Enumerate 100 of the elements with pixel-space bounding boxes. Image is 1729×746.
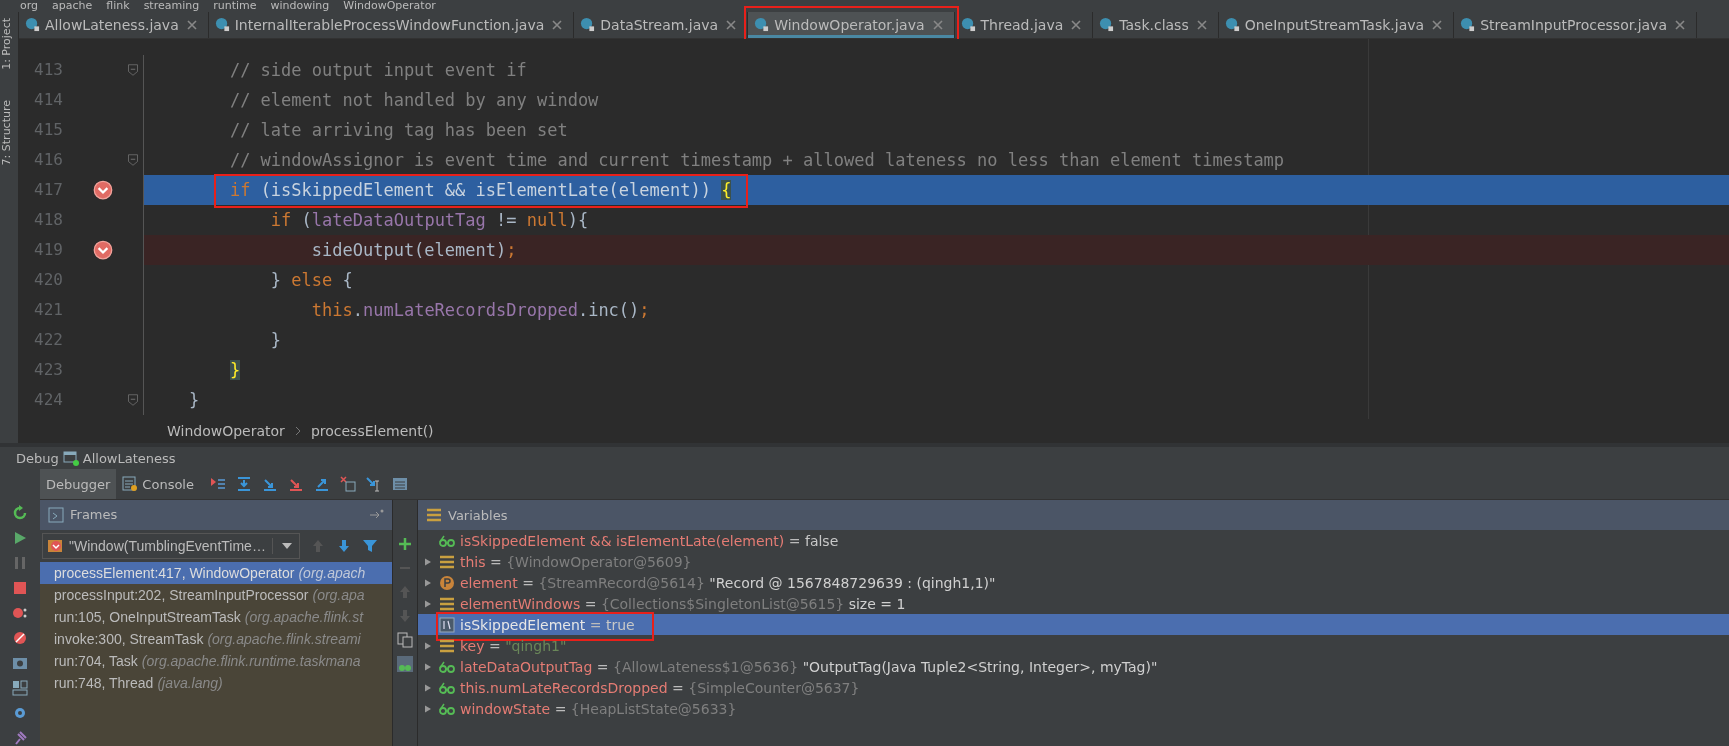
layout-icon[interactable] <box>12 680 28 696</box>
code-line: // side output input event if <box>228 58 528 82</box>
add-icon[interactable] <box>397 536 413 552</box>
editor-tab[interactable]: Task.class <box>1093 11 1219 38</box>
breadcrumb[interactable]: processElement() <box>310 423 434 439</box>
variable-row[interactable]: key = "qingh1" <box>418 635 1729 656</box>
rerun-icon[interactable] <box>12 505 28 521</box>
stack-frame[interactable]: run:748, Thread (java.lang) <box>40 672 392 694</box>
settings-icon[interactable] <box>12 705 28 721</box>
path-segment[interactable]: streaming <box>143 0 200 12</box>
mute-icon[interactable] <box>12 630 28 646</box>
code-line: } <box>269 328 283 352</box>
watches-icon[interactable] <box>397 656 413 672</box>
code-line: this.numLateRecordsDropped.inc(); <box>310 298 651 322</box>
step-over-icon[interactable] <box>235 476 252 492</box>
editor-tab[interactable]: OneInputStreamTask.java <box>1218 11 1455 38</box>
variable-text: lateDataOutputTag = {AllowLateness$1@5636} "OutputTag(Java Tuple2<String, Integer>, myTag)" <box>460 658 1158 675</box>
class-file-icon <box>960 17 976 33</box>
breadcrumb[interactable]: WindowOperator <box>167 423 285 439</box>
breakpoints-icon[interactable] <box>12 605 28 621</box>
editor-tab[interactable]: WindowOperator.java <box>748 11 955 38</box>
show-execution-point-icon[interactable] <box>209 476 226 492</box>
variable-text: this.numLateRecordsDropped = {SimpleCounter@5637} <box>460 679 860 696</box>
variable-row[interactable]: element = {StreamRecord@5614} "Record @ 1567848729639 : (qingh1,1)" <box>418 572 1729 593</box>
tab-label: AllowLateness.java <box>45 16 179 33</box>
expand-arrow-icon[interactable] <box>424 556 432 567</box>
code-line: if (lateDataOutputTag != null){ <box>269 208 590 232</box>
path-segment[interactable]: windowing <box>270 0 330 12</box>
step-out-icon[interactable] <box>313 476 330 492</box>
variable-row[interactable]: isSkippedElement && isElementLate(element) = false <box>418 530 1729 551</box>
expand-arrow-icon[interactable] <box>424 661 432 672</box>
line-number: 418 <box>33 210 64 230</box>
fold-marker-icon[interactable] <box>127 392 139 407</box>
stack-frame[interactable]: processElement:417, WindowOperator (org.apach <box>40 562 392 584</box>
class-file-icon <box>25 17 40 33</box>
tab-label: Thread.java <box>980 16 1064 33</box>
copy-icon[interactable] <box>397 632 413 648</box>
editor-tab[interactable]: StreamInputProcessor.java <box>1454 11 1697 38</box>
class-file-icon <box>1460 17 1476 33</box>
editor-tab[interactable]: AllowLateness.java <box>19 11 209 38</box>
debugger-tab[interactable]: Debugger <box>40 469 117 499</box>
thread-dropdown[interactable]: "Window(TumblingEventTime… <box>42 533 300 559</box>
breakpoint-icon[interactable] <box>93 239 113 260</box>
expand-arrow-icon[interactable] <box>424 577 432 588</box>
drop-frame-icon[interactable] <box>339 476 356 492</box>
variable-row[interactable]: elementWindows = {Collections$SingletonList@5615} size = 1 <box>418 593 1729 614</box>
variable-row[interactable]: windowState = {HeapListState@5633} <box>418 698 1729 719</box>
expand-arrow-icon[interactable] <box>424 682 432 693</box>
stack-frame[interactable]: processInput:202, StreamInputProcessor (org.apa <box>40 584 392 606</box>
line-number: 422 <box>33 330 64 350</box>
filter-icon[interactable] <box>361 538 378 554</box>
tab-label: StreamInputProcessor.java <box>1480 16 1667 33</box>
stack-frame[interactable]: invoke:300, StreamTask (org.apache.flink.streami <box>40 628 392 650</box>
debugger-tab[interactable]: Console <box>116 469 200 499</box>
path-segment[interactable]: apache <box>52 0 93 12</box>
breakpoint-icon[interactable] <box>93 179 113 200</box>
class-file-icon <box>1224 17 1240 33</box>
stack-frame[interactable]: run:704, Task (org.apache.flink.runtime.taskmana <box>40 650 392 672</box>
calculator-icon[interactable] <box>391 476 408 492</box>
parameter-icon <box>439 574 455 591</box>
expand-arrow-icon[interactable] <box>424 598 432 609</box>
class-file-icon <box>580 17 596 33</box>
variable-row[interactable]: lateDataOutputTag = {AllowLateness$1@5636} "OutputTag(Java Tuple2<String, Integer>, myTag)" <box>418 656 1729 677</box>
thread-icon <box>47 538 63 554</box>
variable-row[interactable]: isSkippedElement = true <box>418 614 1729 635</box>
code-line: } else { <box>269 268 354 292</box>
code-line: // element not handled by any window <box>228 88 600 112</box>
fold-marker-icon[interactable] <box>127 152 139 167</box>
line-number: 421 <box>33 300 64 320</box>
variable-text: this = {WindowOperator@5609} <box>460 553 692 570</box>
tool-window-tab[interactable]: 1: Project <box>0 17 18 70</box>
line-number: 415 <box>33 120 64 140</box>
line-number: 414 <box>33 90 64 110</box>
line-number: 420 <box>33 270 64 290</box>
stack-frame[interactable]: run:105, OneInputStreamTask (org.apache.flink.st <box>40 606 392 628</box>
path-segment[interactable]: org <box>20 0 39 12</box>
window-icon <box>62 450 79 466</box>
code-line: // windowAssignor is event time and current timestamp + allowed lateness no less than element timestamp <box>228 148 1286 172</box>
editor-tab[interactable]: Thread.java <box>954 11 1094 38</box>
field-icon <box>439 595 455 612</box>
path-segment[interactable]: runtime <box>213 0 257 12</box>
play-icon[interactable] <box>12 530 28 546</box>
console-icon <box>122 476 139 492</box>
step-into-icon[interactable] <box>261 476 278 492</box>
camera-icon[interactable] <box>12 655 28 671</box>
variable-text: windowState = {HeapListState@5633} <box>460 700 737 717</box>
force-step-into-icon[interactable] <box>287 476 304 492</box>
variable-row[interactable]: this = {WindowOperator@5609} <box>418 551 1729 572</box>
editor-tab[interactable]: InternalIterableProcessWindowFunction.java <box>208 11 575 38</box>
run-to-cursor-icon[interactable] <box>365 476 382 492</box>
stop-icon[interactable] <box>12 580 28 596</box>
code-line: // late arriving tag has been set <box>228 118 569 142</box>
path-segment[interactable]: flink <box>106 0 130 12</box>
variable-row[interactable]: this.numLateRecordsDropped = {SimpleCounter@5637} <box>418 677 1729 698</box>
expand-arrow-icon[interactable] <box>424 703 432 714</box>
fold-marker-icon[interactable] <box>127 62 139 77</box>
tool-window-tab[interactable]: 7: Structure <box>0 99 18 166</box>
pause-icon[interactable] <box>12 555 28 571</box>
expand-arrow-icon[interactable] <box>424 640 432 651</box>
path-segment[interactable]: WindowOperator <box>343 0 436 12</box>
